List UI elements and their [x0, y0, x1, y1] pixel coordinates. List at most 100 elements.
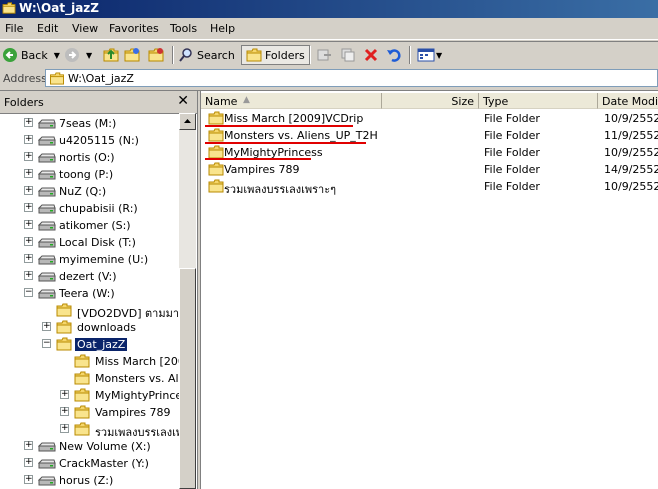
folder-icon	[74, 388, 90, 402]
tree-node[interactable]: + dezert (V:)	[0, 268, 179, 285]
tree-node[interactable]: + รวมเพลงบรรเลงเพ	[0, 421, 179, 439]
expand-icon[interactable]: +	[42, 322, 51, 331]
folder-icon	[148, 48, 164, 63]
drive-icon	[38, 475, 56, 487]
column-type[interactable]: Type	[479, 93, 598, 109]
folder-icon	[74, 354, 90, 368]
collapse-icon[interactable]: −	[24, 288, 33, 297]
file-row[interactable]: Vampires 789 File Folder 14/9/2552	[201, 161, 658, 178]
collapse-icon[interactable]: −	[42, 339, 51, 348]
tree-node[interactable]: + myimemine (U:)	[0, 251, 179, 268]
tree-node-label: dezert (V:)	[59, 270, 117, 283]
expand-icon[interactable]: +	[24, 152, 33, 161]
expand-icon[interactable]: +	[24, 271, 33, 280]
title-bar: W:\Oat_jazZ	[0, 0, 658, 18]
tree-node-label: Vampires 789	[95, 406, 171, 419]
tree-node-label: myimemine (U:)	[59, 253, 149, 266]
tree-node[interactable]: + toong (P:)	[0, 166, 179, 183]
file-type: File Folder	[484, 146, 540, 159]
tree-node[interactable]: +7seas (M:)	[0, 115, 179, 132]
expand-icon[interactable]: +	[24, 220, 33, 229]
folder-icon	[49, 72, 65, 85]
views-button[interactable]: ▼	[417, 45, 442, 65]
tree-node[interactable]: + Local Disk (T:)	[0, 234, 179, 251]
tree-node[interactable]: + nortis (O:)	[0, 149, 179, 166]
undo-button[interactable]	[386, 45, 402, 65]
expand-icon[interactable]: +	[24, 118, 33, 127]
scroll-thumb[interactable]	[179, 268, 196, 489]
expand-icon[interactable]: +	[24, 475, 33, 484]
address-bar: Address W:\Oat_jazZ	[0, 68, 658, 91]
expand-icon[interactable]: +	[24, 237, 33, 246]
address-value: W:\Oat_jazZ	[68, 72, 134, 85]
copy-to-icon	[341, 48, 355, 62]
folders-button[interactable]: Folders	[241, 45, 310, 65]
expand-icon[interactable]: +	[60, 407, 69, 416]
chevron-down-icon[interactable]: ▼	[436, 51, 442, 60]
expand-icon[interactable]: +	[24, 441, 33, 450]
tree-node[interactable]: + Vampires 789	[0, 404, 179, 421]
drive-icon	[38, 441, 56, 453]
chevron-down-icon[interactable]: ▼	[86, 51, 92, 60]
folder-icon	[208, 145, 224, 159]
tree-node[interactable]: + u4205115 (N:)	[0, 132, 179, 149]
expand-icon[interactable]: +	[60, 424, 69, 433]
folder-tree[interactable]: +7seas (M:) + u4205115 (N:) + nortis (O:) + to…	[0, 113, 179, 489]
tree-node[interactable]: [VDO2DVD] ตามมารัล	[0, 302, 179, 320]
column-date-modified[interactable]: Date Modifi	[598, 93, 658, 109]
annotation-underline	[205, 158, 311, 160]
scroll-up-button[interactable]	[179, 113, 196, 130]
column-name-label: Name	[205, 95, 238, 108]
tree-node[interactable]: + NuZ (Q:)	[0, 183, 179, 200]
move-to-button[interactable]	[316, 45, 332, 65]
delete-button[interactable]	[363, 45, 379, 65]
tree-node[interactable]: + MyMightyPrinces	[0, 387, 179, 404]
column-name[interactable]: Name ▲	[201, 93, 382, 109]
expand-icon[interactable]: +	[24, 254, 33, 263]
close-icon[interactable]: ✕	[177, 93, 189, 109]
tree-node[interactable]: + New Volume (X:)	[0, 438, 179, 455]
file-row[interactable]: รวมเพลงบรรเลงเพราะๆ File Folder 10/9/2552	[201, 178, 658, 196]
folder-icon	[56, 303, 72, 317]
tree-node[interactable]: + atikomer (S:)	[0, 217, 179, 234]
menu-help[interactable]: Help	[210, 22, 235, 35]
tree-node[interactable]: + downloads	[0, 319, 179, 336]
expand-icon[interactable]: +	[24, 203, 33, 212]
expand-icon[interactable]: +	[24, 169, 33, 178]
expand-icon[interactable]: +	[24, 135, 33, 144]
folders-pane: Folders ✕ +7seas (M:) + u4205115 (N:) + nort…	[0, 91, 198, 489]
expand-icon[interactable]: +	[24, 458, 33, 467]
expand-icon[interactable]: +	[24, 186, 33, 195]
folder-settings-button[interactable]	[148, 45, 164, 65]
column-size[interactable]: Size	[382, 93, 479, 109]
tree-node[interactable]: Monsters vs. Alie	[0, 370, 179, 387]
menu-file[interactable]: File	[5, 22, 23, 35]
tree-node[interactable]: Miss March [2009	[0, 353, 179, 370]
tree-node-label: Monsters vs. Alie	[95, 372, 179, 385]
search-button[interactable]: Search	[178, 45, 235, 65]
tree-node[interactable]: − Oat_jazZ	[0, 336, 179, 353]
chevron-down-icon[interactable]: ▼	[54, 51, 60, 60]
back-button[interactable]: Back ▼	[2, 45, 60, 65]
menu-edit[interactable]: Edit	[37, 22, 58, 35]
tree-node[interactable]: + CrackMaster (Y:)	[0, 455, 179, 472]
copy-to-button[interactable]	[340, 45, 356, 65]
drive-icon	[38, 254, 56, 266]
menu-view[interactable]: View	[72, 22, 98, 35]
tree-node[interactable]: + chupabisii (R:)	[0, 200, 179, 217]
menu-favorites[interactable]: Favorites	[109, 22, 159, 35]
menu-tools[interactable]: Tools	[170, 22, 197, 35]
file-name: Monsters vs. Aliens_UP_T2H	[224, 129, 378, 142]
drive-icon	[38, 186, 56, 198]
tree-node-label: Local Disk (T:)	[59, 236, 136, 249]
forward-button[interactable]: ▼	[64, 45, 92, 65]
tree-node[interactable]: + horus (Z:)	[0, 472, 179, 489]
folder-icon	[208, 179, 224, 193]
up-folder-alt-button[interactable]	[124, 45, 140, 65]
up-button[interactable]	[103, 45, 119, 65]
address-input[interactable]: W:\Oat_jazZ	[45, 69, 658, 87]
tree-scrollbar[interactable]	[179, 113, 196, 489]
tree-node-label: nortis (O:)	[59, 151, 115, 164]
tree-node[interactable]: − Teera (W:)	[0, 285, 179, 302]
expand-icon[interactable]: +	[60, 390, 69, 399]
